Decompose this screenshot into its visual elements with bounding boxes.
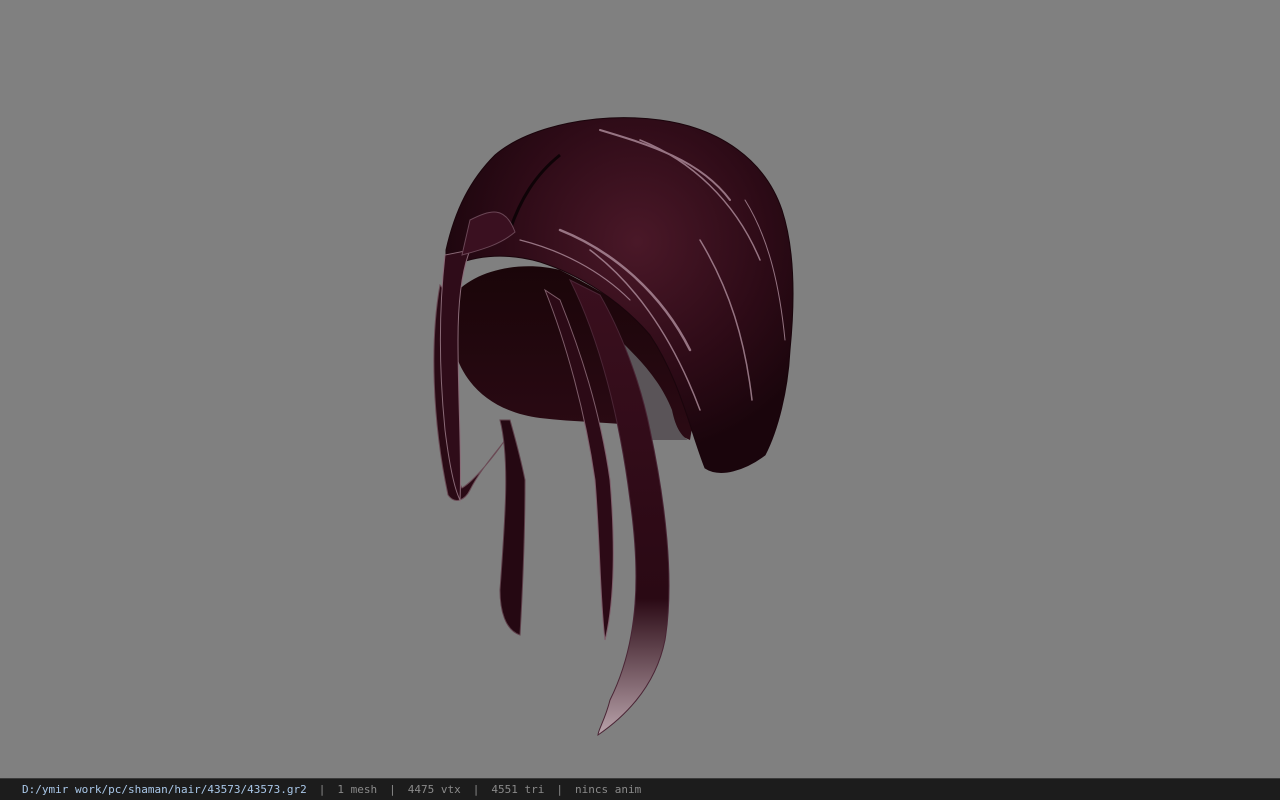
status-bar: D:/ymir work/pc/shaman/hair/43573/43573.… (0, 778, 1280, 800)
status-separator: | (318, 783, 326, 796)
hair-strand-mid (499, 419, 526, 636)
status-separator: | (472, 783, 480, 796)
hair-model-render (433, 117, 794, 736)
file-path-label: D:/ymir work/pc/shaman/hair/43573/43573.… (22, 783, 307, 796)
mesh-count-label: 1 mesh (337, 783, 378, 796)
animation-status-label: nincs anim (575, 783, 642, 796)
status-separator: | (556, 783, 563, 796)
model-viewport[interactable] (0, 0, 1280, 778)
status-separator: | (389, 783, 396, 796)
triangle-count-label: 4551 tri (491, 783, 545, 796)
vertex-count-label: 4475 vtx (407, 783, 461, 796)
